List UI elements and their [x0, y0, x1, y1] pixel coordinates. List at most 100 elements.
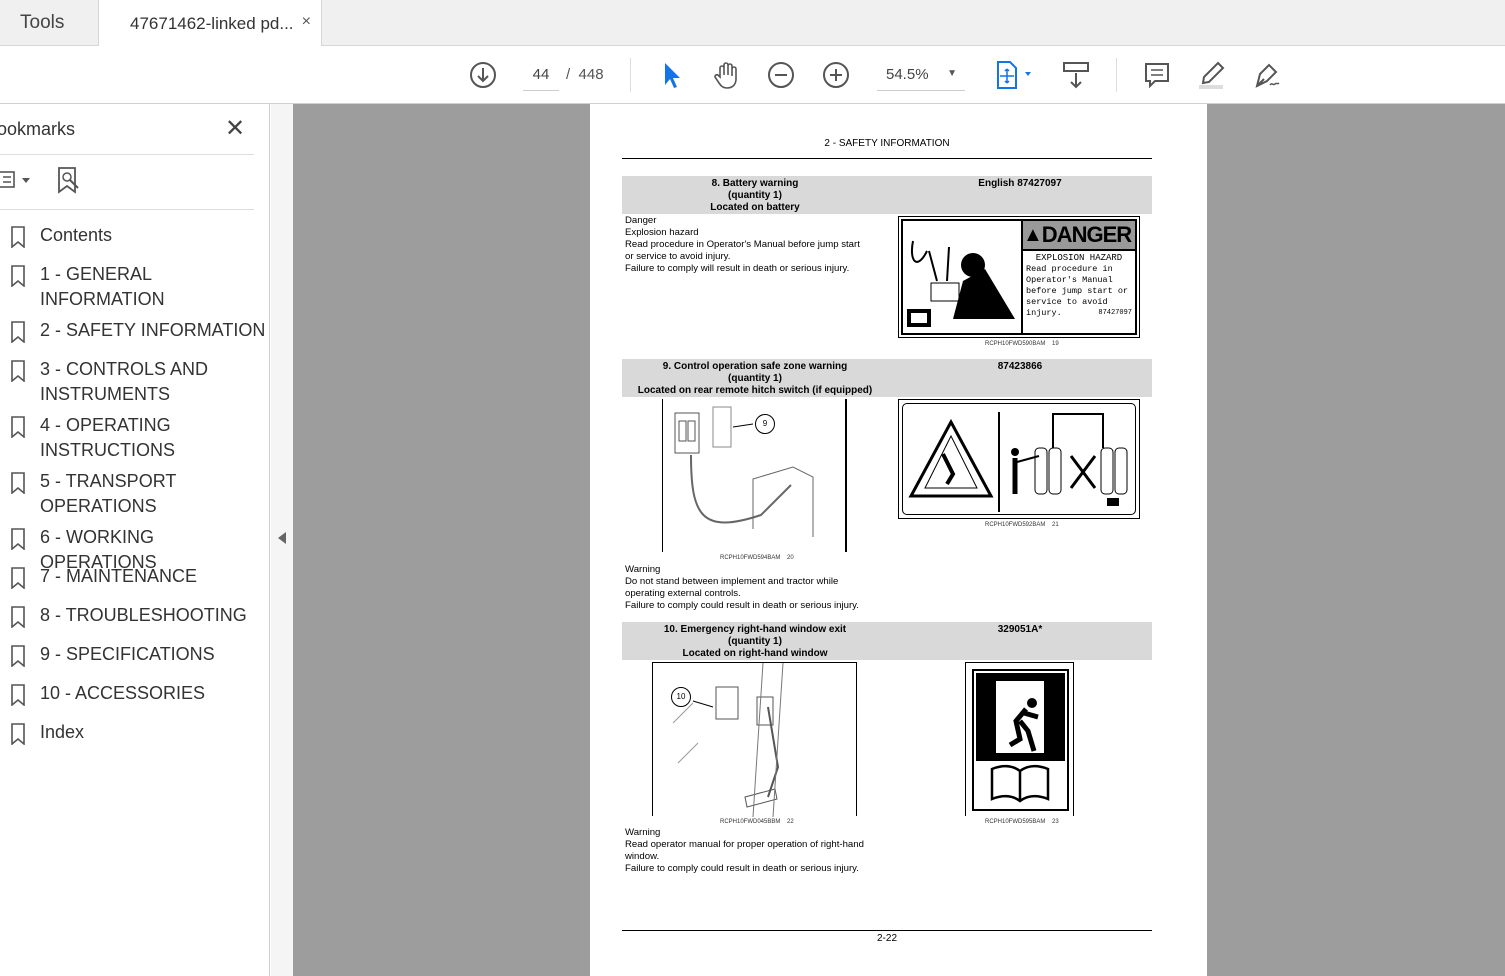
figure-caption: RCPH10FWD590BAM 19: [985, 341, 1059, 347]
bookmark-item[interactable]: 10 - ACCESSORIES: [10, 681, 205, 713]
bookmark-icon: [10, 469, 40, 519]
sign-icon[interactable]: [1248, 46, 1284, 104]
callout-number: 9: [755, 414, 775, 434]
bookmark-item[interactable]: 3 - CONTROLS AND INSTRUMENTS: [10, 357, 208, 407]
text-line: Failure to comply could result in death …: [625, 600, 859, 611]
bookmark-icon: [10, 603, 40, 635]
decal-hazard: EXPLOSION HAZARD: [1035, 253, 1123, 263]
tab-tools[interactable]: Tools: [0, 0, 98, 46]
text-line: Read procedure in Operator's Manual befo…: [625, 239, 860, 250]
bookmark-label: 1 - GENERAL: [40, 264, 153, 284]
decal-line: injury.: [1026, 308, 1062, 318]
close-panel-icon[interactable]: ✕: [225, 114, 245, 143]
bookmark-label: Contents: [40, 225, 113, 245]
bookmark-label: 10 - ACCESSORIES: [40, 683, 206, 703]
chevron-down-icon: ▼: [947, 68, 957, 79]
decal-code: English 87427097: [978, 178, 1062, 189]
bookmark-label: 5 - TRANSPORT: [40, 471, 177, 491]
bookmark-item[interactable]: Contents: [10, 223, 112, 255]
section-location: Located on right-hand window: [682, 648, 828, 659]
switch-location-figure: 9: [662, 399, 847, 552]
callout-number: 10: [671, 687, 691, 707]
page-number-input[interactable]: 44: [523, 59, 559, 91]
safe-zone-decal: [898, 399, 1140, 519]
bookmark-item[interactable]: 7 - MAINTENANCE: [10, 564, 197, 596]
text-line: Explosion hazard: [625, 227, 699, 238]
figure-caption: RCPH10FWD594BAM 20: [720, 555, 794, 561]
text-line: operating external controls.: [625, 588, 741, 599]
divider: [0, 154, 254, 155]
panel-title: ookmarks: [0, 119, 76, 139]
battery-explosion-icon: [907, 240, 1015, 327]
text-line: Danger: [625, 215, 657, 226]
bookmark-label: 2 - SAFETY INFORMATION: [40, 320, 266, 340]
scroll-mode-icon[interactable]: [1058, 46, 1094, 104]
warning-triangle-icon: ▲: [1023, 223, 1043, 246]
section-qty: (quantity 1): [728, 636, 782, 647]
tab-document[interactable]: 47671462-linked pd... ×: [98, 0, 322, 47]
bookmark-item[interactable]: 8 - TROUBLESHOOTING: [10, 603, 247, 635]
tab-bar: Tools 47671462-linked pd... ×: [0, 0, 1505, 47]
bookmark-icon: [10, 642, 40, 674]
text-line: Read operator manual for proper operatio…: [625, 839, 864, 850]
footer-rule: [622, 930, 1152, 931]
bookmark-item[interactable]: 4 - OPERATING INSTRUCTIONS: [10, 413, 175, 463]
bookmark-icon: [10, 413, 40, 463]
bookmark-icon: [10, 564, 40, 596]
decal-code: 329051A*: [997, 624, 1043, 635]
section-9-header: 9. Control operation safe zone warning (q…: [622, 359, 1152, 397]
header-rule: [622, 158, 1152, 159]
bookmark-item[interactable]: 5 - TRANSPORT OPERATIONS: [10, 469, 176, 519]
emergency-exit-decal: [965, 662, 1074, 816]
section-8-text: Danger Explosion hazard Read procedure in …: [625, 215, 860, 275]
zoom-value: 54.5%: [886, 66, 929, 83]
decal-number: 87427097: [1098, 309, 1132, 317]
pdf-page: 2 - SAFETY INFORMATION 8. Battery warnin…: [590, 104, 1207, 976]
text-line: Failure to comply will result in death o…: [625, 263, 850, 274]
divider: [0, 209, 254, 210]
bookmark-label: 4 - OPERATING: [40, 415, 171, 435]
options-menu-icon[interactable]: [0, 170, 36, 195]
collapse-arrow-icon: [278, 532, 286, 544]
text-line: Warning: [625, 827, 661, 838]
bookmark-item[interactable]: 2 - SAFETY INFORMATION: [10, 318, 265, 350]
bookmark-icon: [10, 357, 40, 407]
section-title: 9. Control operation safe zone warning: [662, 361, 848, 372]
panel-collapse-handle[interactable]: [271, 104, 293, 976]
danger-decal: ▲ DANGER EXPLOSION HAZARD Read procedure …: [898, 216, 1140, 338]
highlight-icon[interactable]: [1194, 46, 1228, 104]
bookmark-label: Index: [40, 722, 85, 742]
fit-page-icon[interactable]: [990, 46, 1036, 104]
zoom-dropdown[interactable]: 54.5% ▼: [877, 59, 965, 91]
bookmark-item[interactable]: 9 - SPECIFICATIONS: [10, 642, 215, 674]
bookmark-label: OPERATIONS: [40, 496, 157, 516]
section-title: 8. Battery warning: [711, 178, 799, 189]
figure-caption: RCPH10FWD045BBM 22: [720, 819, 794, 825]
page-sep: /: [566, 66, 571, 83]
section-qty: (quantity 1): [728, 373, 782, 384]
zoom-out-icon[interactable]: [764, 46, 798, 104]
close-tab-icon[interactable]: ×: [302, 13, 311, 31]
section-location: Located on rear remote hitch switch (if …: [637, 385, 873, 396]
bookmark-icon: [10, 720, 40, 752]
zoom-in-icon[interactable]: [819, 46, 853, 104]
bookmark-item[interactable]: 1 - GENERAL INFORMATION: [10, 262, 165, 312]
decal-code: 87423866: [997, 361, 1043, 372]
hand-tool-icon[interactable]: [708, 46, 744, 104]
section-location: Located on battery: [710, 202, 800, 213]
page-footer: 2-22: [876, 933, 897, 944]
bookmarks-panel: ookmarks ✕ Contents 1 - GENERAL INFORMATIO…: [0, 104, 270, 976]
divider: [1116, 58, 1117, 92]
add-bookmark-icon[interactable]: [56, 166, 82, 199]
section-10-header: 10. Emergency right-hand window exit (qua…: [622, 622, 1152, 660]
select-tool-icon[interactable]: [656, 46, 686, 104]
bookmark-label: INFORMATION: [40, 289, 165, 309]
comment-icon[interactable]: [1140, 46, 1174, 104]
bookmark-label: 9 - SPECIFICATIONS: [40, 644, 215, 664]
tab-document-label: 47671462-linked pd...: [130, 14, 294, 33]
bookmark-icon: [10, 262, 40, 312]
section-9-text: Warning Do not stand between implement an…: [625, 564, 859, 612]
page-total-value: 448: [578, 66, 604, 83]
download-icon[interactable]: [466, 46, 500, 104]
bookmark-item[interactable]: Index: [10, 720, 84, 752]
